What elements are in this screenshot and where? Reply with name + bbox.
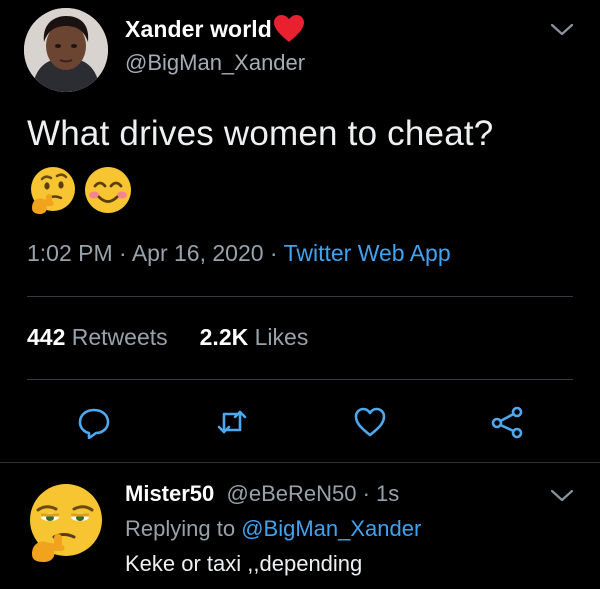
divider [27, 296, 573, 297]
author-avatar-image [24, 8, 108, 92]
reply-author-display-name[interactable]: Mister50 [125, 481, 214, 506]
replying-prefix: Replying to [125, 516, 242, 541]
share-icon[interactable] [487, 402, 527, 442]
author-avatar[interactable] [24, 8, 108, 92]
tweet-action-bar [0, 402, 600, 446]
reply-icon[interactable] [74, 402, 114, 442]
reply-avatar-emoji-image [30, 484, 102, 562]
tweet-emoji-row [26, 164, 134, 216]
divider [27, 379, 573, 380]
reply-text: Keke or taxi ,,depending [125, 551, 363, 576]
replying-to-line: Replying to @BigMan_Xander [125, 516, 421, 542]
thinking-face-emoji-icon [31, 167, 75, 214]
retweets-stat[interactable]: 442 Retweets [27, 324, 168, 350]
meta-separator: · [263, 240, 284, 266]
tweet-time[interactable]: 1:02 PM [27, 240, 113, 266]
replying-to-mention-link[interactable]: @BigMan_Xander [241, 516, 421, 541]
retweets-label: Retweets [65, 324, 168, 350]
meta-separator: · [112, 240, 132, 266]
likes-stat[interactable]: 2.2K Likes [200, 324, 309, 350]
retweet-icon[interactable] [212, 402, 252, 442]
tweet-stats: 442 Retweets 2.2K Likes [27, 324, 308, 351]
author-display-name[interactable]: Xander world [125, 16, 272, 43]
red-heart-emoji-icon [273, 14, 305, 44]
reply-header: Mister50 @eBeReN50 · 1s [125, 481, 399, 507]
smiling-face-emoji-icon [85, 167, 131, 213]
tweet-menu-chevron-down-icon[interactable] [549, 22, 575, 38]
reply-menu-chevron-down-icon[interactable] [549, 488, 575, 504]
tweet-date[interactable]: Apr 16, 2020 [132, 240, 264, 266]
tweet-text: What drives women to cheat? [27, 114, 494, 153]
like-icon[interactable] [350, 402, 390, 442]
reply-time[interactable]: 1s [376, 481, 399, 506]
author-name-row[interactable]: Xander world [125, 14, 305, 44]
retweets-count: 442 [27, 324, 66, 350]
meta-separator: · [356, 481, 377, 506]
likes-count: 2.2K [199, 324, 249, 350]
divider [0, 462, 600, 463]
author-handle[interactable]: @BigMan_Xander [125, 50, 305, 76]
tweet-detail-page: Xander world @BigMan_Xander What drives … [0, 0, 600, 589]
reply-author-avatar[interactable] [24, 480, 108, 564]
tweet-source-link[interactable]: Twitter Web App [284, 240, 451, 266]
likes-label: Likes [248, 324, 309, 350]
tweet-meta: 1:02 PM · Apr 16, 2020 · Twitter Web App [27, 240, 451, 267]
reply-author-handle[interactable]: @eBeReN50 [227, 481, 357, 506]
